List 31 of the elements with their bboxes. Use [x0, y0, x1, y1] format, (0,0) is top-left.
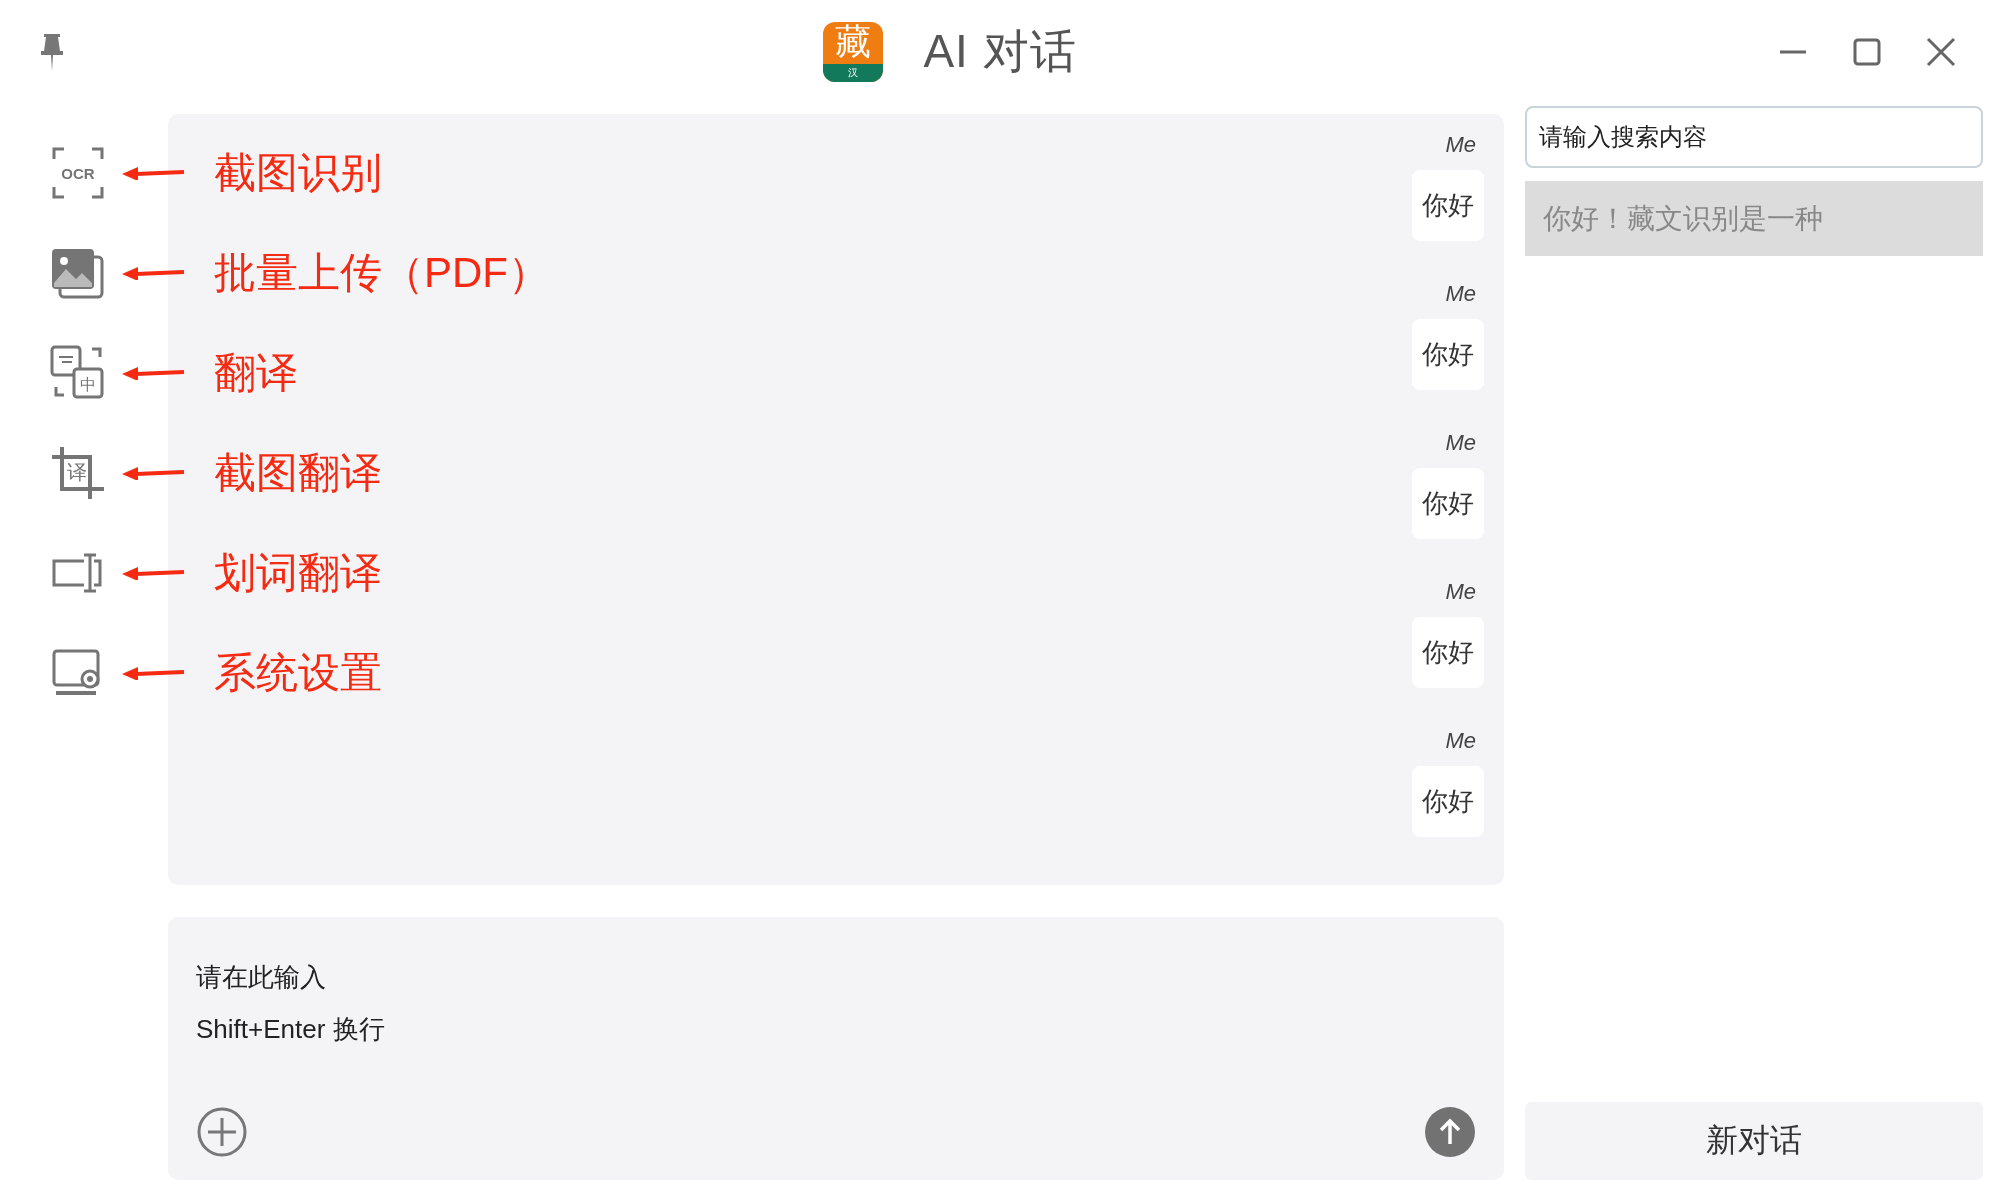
- annotation-label: 截图翻译: [214, 448, 382, 498]
- annotation-label: 系统设置: [214, 648, 382, 698]
- message-bubble: 你好: [1412, 468, 1484, 539]
- add-icon[interactable]: [196, 1106, 248, 1158]
- annotation-arrow: [122, 666, 186, 680]
- annotation-label: 翻译: [214, 348, 298, 398]
- sender-name: Me: [1445, 131, 1476, 159]
- sender-name: Me: [1445, 280, 1476, 308]
- annotation-arrow: [122, 266, 186, 280]
- sender-name: Me: [1445, 727, 1476, 755]
- search-field[interactable]: 请输入搜索内容: [1525, 106, 1983, 168]
- new-chat-button[interactable]: 新对话: [1525, 1102, 1983, 1180]
- message-input[interactable]: 请在此输入 Shift+Enter 换行: [168, 917, 1504, 1180]
- message-bubble: 你好: [1412, 766, 1484, 837]
- message-bubble: 你好: [1412, 170, 1484, 241]
- window-title: AI 对话: [923, 24, 1077, 79]
- annotation-arrow: [122, 566, 186, 580]
- message-bubble: 你好: [1412, 319, 1484, 390]
- maximize-icon[interactable]: [1852, 37, 1882, 67]
- sender-name: Me: [1445, 429, 1476, 457]
- annotation-label: 批量上传（PDF）: [214, 248, 550, 298]
- annotation-arrow: [122, 466, 186, 480]
- annotation-arrow: [122, 366, 186, 380]
- app-logo: 藏 汉: [823, 22, 884, 82]
- send-icon[interactable]: [1424, 1106, 1476, 1158]
- annotation-label: 划词翻译: [214, 548, 382, 598]
- close-icon[interactable]: [1926, 37, 1956, 67]
- sender-name: Me: [1445, 578, 1476, 606]
- annotation-arrow: [122, 166, 186, 180]
- message-bubble: 你好: [1412, 617, 1484, 688]
- annotation-label: 截图识别: [214, 148, 382, 198]
